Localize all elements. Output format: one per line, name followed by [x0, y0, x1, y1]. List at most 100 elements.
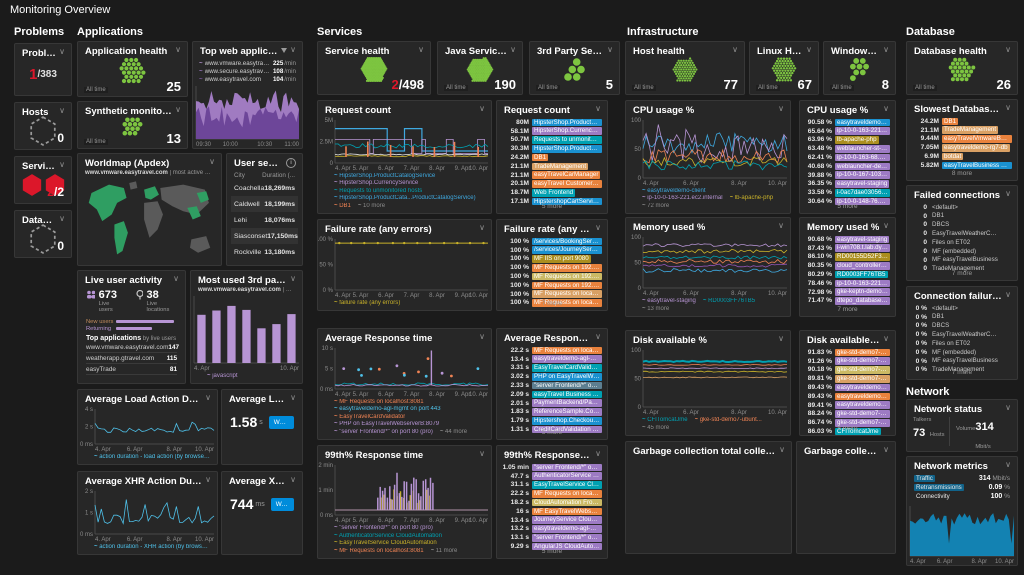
list-item[interactable]: 3.31 sEasyTravelCardValidator: [501, 364, 602, 373]
show-more[interactable]: 5 more: [497, 547, 607, 558]
list-item[interactable]: 90.18 %gke-std-demo7-ubunt...: [804, 366, 890, 375]
top-web-chart[interactable]: 09:3010:0010:3011:00: [193, 83, 302, 148]
chevron-down-icon[interactable]: ∨: [205, 476, 211, 484]
legend-item[interactable]: ~ easytraveldemo-agl-mgmt on port 443: [334, 406, 441, 414]
chevron-down-icon[interactable]: ∨: [778, 335, 784, 343]
disk-available-chart[interactable]: 1005004. Apr6. Apr8. Apr10. Apr: [626, 347, 790, 416]
tile-disk-available-chart[interactable]: Disk available %∨ 1005004. Apr6. Apr8. A…: [625, 330, 791, 436]
list-item[interactable]: 21.1MeasyTravelCarManager: [501, 171, 602, 180]
tile-avg-xhr-action-chart[interactable]: Average XHR Action Duration∨ 2 s1 s0 ms4…: [77, 471, 218, 555]
legend-item[interactable]: ~ action duration - load action (by brow…: [94, 454, 211, 462]
list-item[interactable]: 50.7MRequests to unmonitored hosts: [501, 136, 602, 145]
legend-item[interactable]: ~ PHP on EasyTravelWebserverB:8079: [334, 421, 439, 429]
tile-linux-hosts[interactable]: Linux Hosts∨ All time67: [749, 41, 819, 95]
tile-application-health[interactable]: Application health∨ All time25: [77, 41, 188, 97]
list-item[interactable]: 89.81 %gke-std-demo7-ubunt...: [804, 374, 890, 383]
cpu-usage-chart[interactable]: 1005004. Apr6. Apr8. Apr10. Apr: [626, 117, 790, 187]
legend-item[interactable]: ~ HipsterShop.CurrencyService: [334, 180, 418, 188]
list-item[interactable]: 89.43 %easytraveldemo-front...: [804, 383, 890, 392]
legend-item[interactable]: ~ HipsterShop.ProductCata...ProductCatal…: [334, 195, 476, 203]
info-icon[interactable]: i: [286, 158, 296, 168]
list-item[interactable]: 0EasyTravelWeatherCache: [911, 229, 1012, 238]
list-item[interactable]: 91.83 %gke-std-demo7-ubunt...: [804, 348, 890, 357]
chevron-down-icon[interactable]: ∨: [595, 224, 601, 232]
chevron-down-icon[interactable]: ∨: [59, 107, 65, 115]
chevron-down-icon[interactable]: ∨: [59, 161, 65, 169]
list-item[interactable]: 0 %DBCS: [911, 322, 1012, 331]
legend-item[interactable]: ~ DB1: [334, 203, 351, 211]
list-item[interactable]: 100 %MF Requests on 192.168.88.140:78: [501, 281, 602, 290]
legend-item[interactable]: ~ easytraveldemo-client: [642, 188, 706, 196]
list-item[interactable]: 31.1 sEasyTravelService CloudAuto...: [501, 481, 602, 490]
list-item[interactable]: 0<default>: [911, 203, 1012, 212]
list-item[interactable]: 91.26 %gke-std-demo7-ubunt...: [804, 357, 890, 366]
list-item[interactable]: 13.1 s"server Frontend/*" on port 80: [501, 533, 602, 542]
list-item[interactable]: 13.2 seasytraveldemo-agl-mgmt o...: [501, 525, 602, 534]
tile-problem-database[interactable]: Databa...∨ 0: [14, 210, 72, 258]
memory-used-chart[interactable]: 1005004. Apr6. Apr8. Apr10. Apr: [626, 234, 790, 297]
tile-gc-small[interactable]: Garbage collection to...∨: [796, 441, 896, 554]
show-more[interactable]: 5 more: [497, 202, 607, 213]
metric-row[interactable]: Retransmissions0.09 %: [914, 483, 1010, 492]
legend-item[interactable]: ~ RD0003FF76TB5: [703, 298, 755, 306]
list-item[interactable]: 0 %DB1: [911, 313, 1012, 322]
chevron-down-icon[interactable]: ∨: [883, 446, 889, 454]
list-item[interactable]: 20.1MeasyTravel Customer Frontend: [501, 180, 602, 189]
legend-item[interactable]: ~ 72 more: [642, 203, 669, 211]
list-item[interactable]: easyTrade81: [86, 364, 177, 375]
chevron-down-icon[interactable]: ∨: [290, 275, 296, 283]
legend-item[interactable]: ~ Requests to unmonitored hosts: [334, 188, 422, 196]
list-item[interactable]: 0 %<default>: [911, 304, 1012, 313]
list-item[interactable]: 39.88 %ip-10-0-167-103.ec2.in...: [804, 171, 890, 180]
legend-item[interactable]: ~ 44 more: [440, 429, 467, 437]
legend-item[interactable]: ~ CFITomcatJme: [642, 417, 688, 425]
chevron-down-icon[interactable]: ∨: [1005, 291, 1011, 299]
list-item[interactable]: 80MHipsterShop.ProductCatalogSe...: [501, 118, 602, 127]
tile-failed-connections[interactable]: Failed connections∨ 0<default>0DB10DBCS0…: [906, 185, 1018, 281]
tile-request-count-list[interactable]: Request count∨ 80MHipsterShop.ProductCat…: [496, 100, 608, 214]
list-item[interactable]: 30.3MHipsterShop.ProductCatalogSe...: [501, 144, 602, 153]
chevron-down-icon[interactable]: ∨: [1005, 190, 1011, 198]
list-item[interactable]: 0 %Files on ET02: [911, 339, 1012, 348]
legend-item[interactable]: ~ 10 more: [358, 203, 385, 211]
tile-avg-load-action-chart[interactable]: Average Load Action Duration∨ 4 s2 s0 ms…: [77, 389, 218, 465]
list-item[interactable]: 90.68 %easytravel-staging: [804, 235, 890, 244]
legend-item[interactable]: ~ "server Frontend/*" on port 80 (pro): [334, 525, 433, 533]
show-more[interactable]: 8 more: [907, 169, 1017, 180]
tile-failure-rate-list[interactable]: Failure rate (any errors)∨ 100 %/service…: [496, 219, 608, 311]
table-row[interactable]: Rockville13,180ms: [231, 244, 298, 260]
legend-item[interactable]: ~ EasyTravelCardValidator: [334, 414, 405, 422]
list-item[interactable]: 24.2MDB1: [501, 153, 602, 162]
list-item[interactable]: 86.10 %RD00155D52F3C9: [804, 253, 890, 262]
list-item[interactable]: 0DBCS: [911, 221, 1012, 230]
tile-cpu-usage-chart[interactable]: CPU usage %∨ 1005004. Apr6. Apr8. Apr10.…: [625, 100, 791, 214]
chevron-down-icon[interactable]: ∨: [479, 224, 485, 232]
tile-worldmap[interactable]: Worldmap (Apdex)∨ www.vmware.easytravel.…: [77, 153, 222, 266]
list-item[interactable]: 2.09 seasyTravel Business Backend: [501, 390, 602, 399]
legend-item[interactable]: ~ failure rate (any errors): [334, 300, 400, 308]
chevron-down-icon[interactable]: ∨: [175, 46, 181, 54]
network-metrics-chart[interactable]: 4. Apr6. Apr8. Apr10. Apr: [907, 503, 1017, 565]
world-map[interactable]: [78, 176, 221, 265]
metric-row[interactable]: Traffic314 Mbit/s: [914, 474, 1010, 483]
tile-network-metrics[interactable]: Network metrics∨ Traffic314 Mbit/sRetran…: [906, 456, 1018, 566]
list-item[interactable]: 0 %EasyTravelWeatherCache: [911, 330, 1012, 339]
list-item[interactable]: 2.33 s"server Frontend/*" on port 80 pr.…: [501, 381, 602, 390]
tile-live-user-activity[interactable]: Live user activity∨ 673Live users 38Live…: [77, 270, 186, 384]
legend-item[interactable]: ~ 13 more: [642, 306, 669, 314]
chevron-down-icon[interactable]: ∨: [479, 333, 485, 341]
list-item[interactable]: 88.24 %gke-std-demo7-ubunt...: [804, 410, 890, 419]
avg-response-chart[interactable]: 10 s5 s0 ms4. Apr5. Apr6. Apr7. Apr8. Ap…: [318, 345, 491, 398]
legend-item[interactable]: ~ HipsterShop.ProductCatalogService: [334, 173, 435, 181]
tile-p99-response-list[interactable]: 99th% Response time∨ 1.05 min"server Fro…: [496, 445, 608, 559]
list-item[interactable]: 100 %MF Requests on localhost:8180: [501, 290, 602, 299]
chevron-down-icon[interactable]: ∨: [1005, 404, 1011, 412]
legend-item[interactable]: ~ 45 more: [642, 425, 669, 433]
list-item[interactable]: 0 %MF (embedded): [911, 348, 1012, 357]
legend-item[interactable]: ~www.secure.easytravel.com108/min: [199, 67, 296, 75]
chevron-down-icon[interactable]: ∨: [209, 158, 215, 166]
list-item[interactable]: 100 %/services/JourneyService/ on po...: [501, 246, 602, 255]
legend-item[interactable]: ~ AuthenticatorService CloudAutomation: [334, 533, 442, 541]
chevron-down-icon[interactable]: ∨: [290, 476, 296, 484]
chevron-down-icon[interactable]: ∨: [479, 450, 485, 458]
